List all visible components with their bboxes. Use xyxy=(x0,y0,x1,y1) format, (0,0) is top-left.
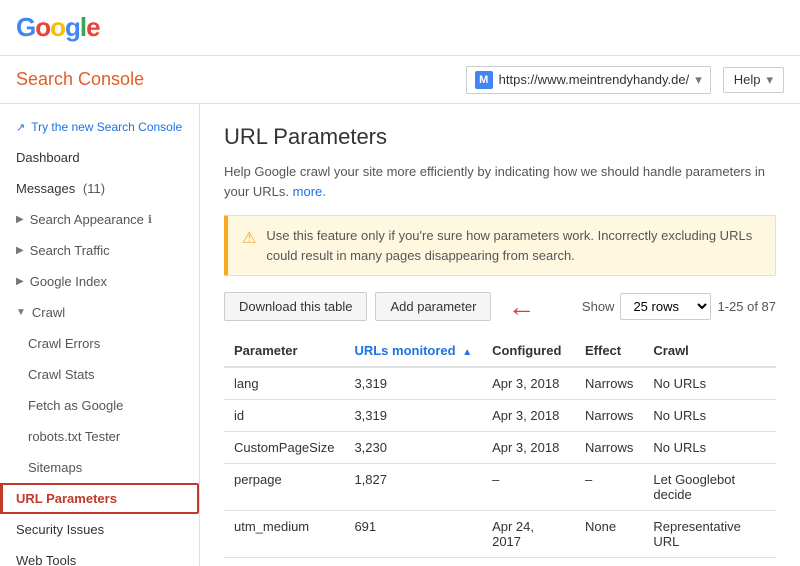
col-parameter: Parameter xyxy=(224,335,344,367)
warning-icon: ⚠ xyxy=(242,227,256,251)
search-console-title: Search Console xyxy=(16,69,466,90)
expand-icon-crawl: ▼ xyxy=(16,307,26,318)
cell-urls-monitored: 1,827 xyxy=(344,464,482,511)
site-favicon: M xyxy=(475,71,493,89)
cell-parameter: utm_campaign xyxy=(224,558,344,566)
cell-effect: Narrows xyxy=(575,432,643,464)
external-link-icon: ↗ xyxy=(16,121,25,134)
cell-parameter: utm_medium xyxy=(224,511,344,558)
sidebar-item-security-issues[interactable]: Security Issues xyxy=(0,514,199,545)
page-description: Help Google crawl your site more efficie… xyxy=(224,162,776,201)
help-button[interactable]: Help ▾ xyxy=(723,67,784,93)
table-row: lang 3,319 Apr 3, 2018 Narrows No URLs xyxy=(224,367,776,400)
col-configured: Configured xyxy=(482,335,575,367)
table-row: utm_campaign 691 Apr 24, 2017 None Repre… xyxy=(224,558,776,566)
sidebar-item-crawl-stats[interactable]: Crawl Stats xyxy=(0,359,199,390)
cell-crawl: Representative URL xyxy=(643,558,776,566)
cell-urls-monitored: 691 xyxy=(344,511,482,558)
nav-bar: Search Console M https://www.meintrendyh… xyxy=(0,56,800,104)
cell-urls-monitored: 3,230 xyxy=(344,432,482,464)
main-content: URL Parameters Help Google crawl your si… xyxy=(200,104,800,566)
warning-box: ⚠ Use this feature only if you're sure h… xyxy=(224,215,776,276)
sidebar-item-web-tools[interactable]: Web Tools xyxy=(0,545,199,566)
warning-text: Use this feature only if you're sure how… xyxy=(266,226,761,265)
sidebar-item-messages[interactable]: Messages (11) xyxy=(0,173,199,204)
cell-urls-monitored: 3,319 xyxy=(344,367,482,400)
sidebar-item-search-traffic[interactable]: ▶ Search Traffic xyxy=(0,235,199,266)
sidebar-item-search-appearance[interactable]: ▶ Search Appearance ℹ xyxy=(0,204,199,235)
info-icon: ℹ xyxy=(148,213,152,226)
cell-configured: Apr 3, 2018 xyxy=(482,400,575,432)
pagination-info: 1-25 of 87 xyxy=(717,299,776,314)
cell-effect: – xyxy=(575,464,643,511)
arrow-annotation: ← xyxy=(507,293,535,321)
cell-configured: Apr 24, 2017 xyxy=(482,511,575,558)
google-logo: Google xyxy=(16,12,100,43)
expand-icon: ▶ xyxy=(16,214,24,225)
cell-effect: None xyxy=(575,558,643,566)
sidebar-item-robots-txt-tester[interactable]: robots.txt Tester xyxy=(0,421,199,452)
sidebar-item-fetch-as-google[interactable]: Fetch as Google xyxy=(0,390,199,421)
site-url: https://www.meintrendyhandy.de/ xyxy=(499,72,690,87)
sidebar-item-try-new[interactable]: ↗ Try the new Search Console xyxy=(0,112,199,142)
top-bar: Google xyxy=(0,0,800,56)
table-row: utm_medium 691 Apr 24, 2017 None Represe… xyxy=(224,511,776,558)
cell-crawl: No URLs xyxy=(643,432,776,464)
cell-parameter: lang xyxy=(224,367,344,400)
sidebar-item-url-parameters-wrapper: URL Parameters xyxy=(0,483,199,514)
more-link[interactable]: more. xyxy=(293,184,326,199)
cell-crawl: Representative URL xyxy=(643,511,776,558)
table-row: id 3,319 Apr 3, 2018 Narrows No URLs xyxy=(224,400,776,432)
sidebar-item-crawl[interactable]: ▼ Crawl xyxy=(0,297,199,328)
site-selector[interactable]: M https://www.meintrendyhandy.de/ ▾ xyxy=(466,66,711,94)
expand-icon-index: ▶ xyxy=(16,276,24,287)
rows-per-page-select[interactable]: 25 rows 50 rows 100 rows xyxy=(620,293,711,320)
expand-icon-traffic: ▶ xyxy=(16,245,24,256)
cell-crawl: No URLs xyxy=(643,400,776,432)
cell-effect: None xyxy=(575,511,643,558)
col-crawl: Crawl xyxy=(643,335,776,367)
help-chevron-icon: ▾ xyxy=(766,72,773,88)
col-effect: Effect xyxy=(575,335,643,367)
cell-parameter: id xyxy=(224,400,344,432)
add-parameter-button[interactable]: Add parameter xyxy=(375,292,491,321)
sidebar-item-crawl-errors[interactable]: Crawl Errors xyxy=(0,328,199,359)
sidebar-item-url-parameters[interactable]: URL Parameters xyxy=(0,483,199,514)
sidebar-item-sitemaps[interactable]: Sitemaps xyxy=(0,452,199,483)
cell-configured: Apr 24, 2017 xyxy=(482,558,575,566)
download-table-button[interactable]: Download this table xyxy=(224,292,367,321)
table-row: perpage 1,827 – – Let Googlebot decide xyxy=(224,464,776,511)
cell-crawl: No URLs xyxy=(643,367,776,400)
pagination-controls: Show 25 rows 50 rows 100 rows 1-25 of 87 xyxy=(582,293,776,320)
page-title: URL Parameters xyxy=(224,124,776,150)
toolbar: Download this table Add parameter ← Show… xyxy=(224,292,776,321)
main-layout: ↗ Try the new Search Console Dashboard M… xyxy=(0,104,800,566)
cell-effect: Narrows xyxy=(575,367,643,400)
cell-parameter: CustomPageSize xyxy=(224,432,344,464)
cell-effect: Narrows xyxy=(575,400,643,432)
cell-parameter: perpage xyxy=(224,464,344,511)
cell-configured: Apr 3, 2018 xyxy=(482,367,575,400)
site-selector-chevron-icon: ▾ xyxy=(695,72,702,88)
table-header-row: Parameter URLs monitored ▲ Configured Ef… xyxy=(224,335,776,367)
cell-urls-monitored: 691 xyxy=(344,558,482,566)
red-arrow-icon: ← xyxy=(507,293,535,321)
cell-crawl: Let Googlebot decide xyxy=(643,464,776,511)
sidebar-item-google-index[interactable]: ▶ Google Index xyxy=(0,266,199,297)
sidebar: ↗ Try the new Search Console Dashboard M… xyxy=(0,104,200,566)
sidebar-item-dashboard[interactable]: Dashboard xyxy=(0,142,199,173)
col-urls-monitored[interactable]: URLs monitored ▲ xyxy=(344,335,482,367)
url-parameters-table: Parameter URLs monitored ▲ Configured Ef… xyxy=(224,335,776,566)
sort-icon: ▲ xyxy=(462,347,472,358)
cell-configured: – xyxy=(482,464,575,511)
cell-urls-monitored: 3,319 xyxy=(344,400,482,432)
table-row: CustomPageSize 3,230 Apr 3, 2018 Narrows… xyxy=(224,432,776,464)
cell-configured: Apr 3, 2018 xyxy=(482,432,575,464)
